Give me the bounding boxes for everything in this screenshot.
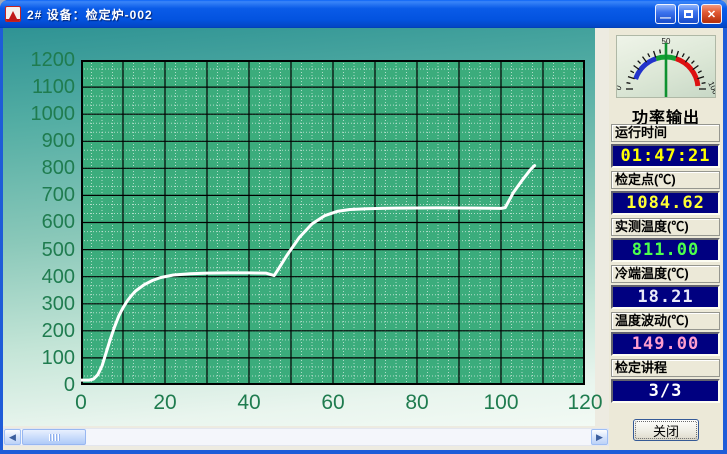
y-tick-label: 1200 xyxy=(3,49,75,71)
x-tick-label: 100 xyxy=(469,390,533,416)
readout-measured-temp: 实测温度(℃) 811.00 xyxy=(611,218,720,262)
scroll-left-button[interactable]: ◀ xyxy=(4,429,21,445)
readout-run-time: 运行时间 01:47:21 xyxy=(611,124,720,168)
readout-label: 检定讲程 xyxy=(611,359,720,377)
readout-cold-junction: 冷端温度(℃) 18.21 xyxy=(611,265,720,309)
horizontal-scrollbar[interactable]: ◀ ▶ xyxy=(3,428,609,446)
power-gauge: 050100 xyxy=(616,35,716,98)
readout-label: 冷端温度(℃) xyxy=(611,265,720,283)
y-tick-label: 700 xyxy=(3,184,75,206)
title-bar: 2# 设备：检定炉-002 — ✕ xyxy=(0,0,727,28)
svg-text:0: 0 xyxy=(617,84,624,92)
x-tick-label: 80 xyxy=(385,390,449,416)
run-time-value: 01:47:21 xyxy=(621,146,711,166)
y-tick-label: 300 xyxy=(3,293,75,315)
scroll-left-icon: ◀ xyxy=(9,432,16,443)
readout-setpoint: 检定点(℃) 1084.62 xyxy=(611,171,720,215)
readout-label: 实测温度(℃) xyxy=(611,218,720,236)
y-tick-label: 200 xyxy=(3,320,75,342)
x-tick-label: 120 xyxy=(553,390,617,416)
x-tick-label: 20 xyxy=(133,390,197,416)
readout-label: 检定点(℃) xyxy=(611,171,720,189)
maximize-button[interactable] xyxy=(678,4,699,24)
y-tick-label: 600 xyxy=(3,211,75,233)
y-tick-label: 1100 xyxy=(3,76,75,98)
status-panel: 050100 功率输出 运行时间 01:47:21 检定点(℃) 1084.62… xyxy=(609,28,723,450)
scrollbar-track[interactable] xyxy=(86,429,591,445)
readout-fluctuation: 温度波动(℃) 149.00 xyxy=(611,312,720,356)
maximize-icon xyxy=(684,10,693,18)
readout-label: 温度波动(℃) xyxy=(611,312,720,330)
minimize-button[interactable]: — xyxy=(655,4,676,24)
close-icon: ✕ xyxy=(707,8,716,21)
gauge-dial: 050100 xyxy=(617,36,715,97)
readout-groups: 运行时间 01:47:21 检定点(℃) 1084.62 实测温度(℃) 811… xyxy=(611,124,720,406)
close-window-button[interactable]: ✕ xyxy=(701,4,722,24)
scroll-right-button[interactable]: ▶ xyxy=(591,429,608,445)
x-tick-label: 0 xyxy=(49,390,113,416)
y-tick-label: 100 xyxy=(3,347,75,369)
scroll-right-icon: ▶ xyxy=(596,432,603,443)
plot-area xyxy=(81,60,585,385)
close-button[interactable]: 关闭 xyxy=(633,419,699,441)
x-tick-label: 60 xyxy=(301,390,365,416)
progress-value: 3/3 xyxy=(649,381,683,401)
scrollbar-thumb[interactable] xyxy=(22,429,86,445)
window-content: 0100200300400500600700800900100011001200… xyxy=(3,28,723,450)
y-tick-label: 500 xyxy=(3,239,75,261)
y-tick-label: 800 xyxy=(3,157,75,179)
fluctuation-value: 149.00 xyxy=(632,334,699,354)
measured-temp-value: 811.00 xyxy=(632,240,699,260)
cold-junction-value: 18.21 xyxy=(637,287,693,307)
close-button-label: 关闭 xyxy=(635,421,697,439)
window-title: 2# 设备：检定炉-002 xyxy=(27,6,153,23)
temperature-chart: 0 100 200 300 400 500 600 700 800 900 1000 1100 1200… xyxy=(3,28,595,426)
setpoint-value: 1084.62 xyxy=(626,193,705,213)
y-tick-label: 900 xyxy=(3,130,75,152)
minimize-icon: — xyxy=(660,12,671,24)
app-window: 2# 设备：检定炉-002 — ✕ 0100200300400500600700… xyxy=(0,0,727,454)
x-tick-label: 40 xyxy=(217,390,281,416)
y-tick-label: 1000 xyxy=(3,103,75,125)
readout-progress: 检定讲程 3/3 xyxy=(611,359,720,403)
readout-label: 运行时间 xyxy=(611,124,720,142)
svg-text:100: 100 xyxy=(706,80,715,96)
y-tick-label: 400 xyxy=(3,266,75,288)
app-icon xyxy=(5,6,21,22)
